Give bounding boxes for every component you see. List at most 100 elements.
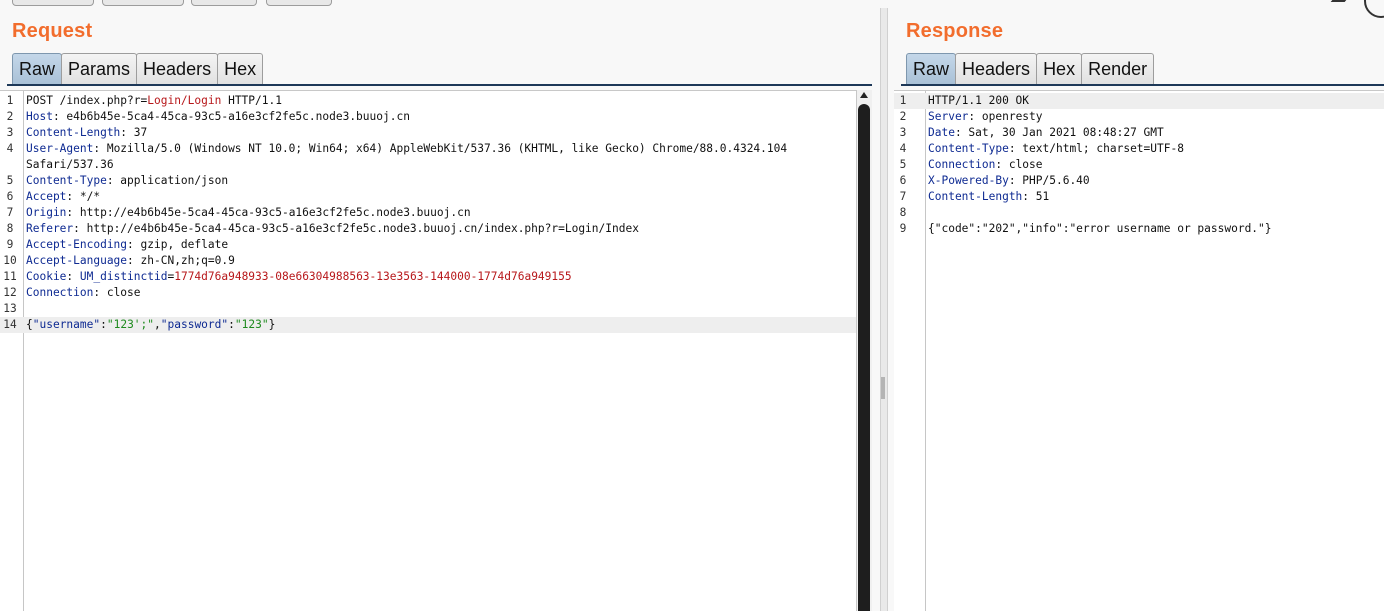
line-number: 10 <box>3 254 17 267</box>
code-token: } <box>268 318 276 331</box>
tab-hex[interactable]: Hex <box>1036 53 1083 84</box>
code-token: Cookie <box>26 270 67 283</box>
pane-splitter[interactable] <box>880 8 888 611</box>
line-number: 3 <box>6 126 14 139</box>
code-line[interactable]: 3 Content-Length: 37 <box>0 125 858 141</box>
request-pane: Request Raw Params Headers Hex 1 POST /index… <box>0 0 872 611</box>
code-token: "username" <box>32 318 101 331</box>
tab-params[interactable]: Params <box>61 53 138 84</box>
code-line[interactable]: Safari/537.36 <box>0 157 858 173</box>
code-line[interactable]: 9 {"code":"202","info":"error username or… <box>894 221 1384 237</box>
line-number: 5 <box>899 158 907 171</box>
code-line[interactable]: 8 <box>894 205 1384 221</box>
response-editor[interactable]: 1 HTTP/1.1 200 OK 2 Server: openresty 3 Date:… <box>894 90 1384 611</box>
line-number: 11 <box>3 270 17 283</box>
code-line[interactable]: 12 Connection: close <box>0 285 858 301</box>
code-token: Content-Length <box>928 190 1023 203</box>
line-content: HTTP/1.1 200 OK <box>928 93 1029 109</box>
scroll-up-arrow-icon[interactable] <box>860 92 868 98</box>
code-token: 1774d76a948933-08e66304988563-13e3563-14… <box>174 270 572 283</box>
code-line[interactable]: 2 Server: openresty <box>894 109 1384 125</box>
line-content: Server: openresty <box>928 109 1043 125</box>
code-line[interactable]: 5 Content-Type: application/json <box>0 173 858 189</box>
request-scrollbar[interactable] <box>856 90 872 611</box>
code-line[interactable]: 3 Date: Sat, 30 Jan 2021 08:48:27 GMT <box>894 125 1384 141</box>
code-token: : application/json <box>106 174 229 187</box>
code-token: : <box>100 318 107 331</box>
code-token: Accept <box>26 190 67 203</box>
response-tabs: Raw Headers Hex Render <box>906 53 1155 85</box>
code-token: X-Powered-By <box>928 174 1009 187</box>
code-token: Connection <box>26 286 94 299</box>
line-number: 3 <box>899 126 907 139</box>
line-content: Accept-Encoding: gzip, deflate <box>26 237 228 253</box>
line-number: 1 <box>899 94 907 107</box>
code-line[interactable]: 1 HTTP/1.1 200 OK <box>894 93 1384 109</box>
code-token: Safari/537.36 <box>26 158 114 171</box>
tab-hex[interactable]: Hex <box>217 53 264 84</box>
line-content: Connection: close <box>928 157 1043 173</box>
line-content: Date: Sat, 30 Jan 2021 08:48:27 GMT <box>928 125 1164 141</box>
line-content: X-Powered-By: PHP/5.6.40 <box>928 173 1090 189</box>
code-token: : PHP/5.6.40 <box>1008 174 1090 187</box>
line-content: Connection: close <box>26 285 141 301</box>
tab-raw[interactable]: Raw <box>12 53 63 85</box>
code-line[interactable]: 8 Referer: http://e4b6b45e-5ca4-45ca-93c5… <box>0 221 858 237</box>
tab-render[interactable]: Render <box>1081 53 1155 84</box>
code-line[interactable]: 2 Host: e4b6b45e-5ca4-45ca-93c5-a16e3cf2f… <box>0 109 858 125</box>
code-line[interactable]: 4 User-Agent: Mozilla/5.0 (Windows NT 10.… <box>0 141 858 157</box>
code-line[interactable]: 5 Connection: close <box>894 157 1384 173</box>
request-title: Request <box>12 20 93 42</box>
code-line[interactable]: 11 Cookie: UM_distinctid=1774d76a948933-0… <box>0 269 858 285</box>
line-number: 12 <box>3 286 17 299</box>
request-editor[interactable]: 1 POST /index.php?r=Login/Login HTTP/1.1 2… <box>0 90 858 611</box>
code-token: { <box>26 318 33 331</box>
line-content: {"code":"202","info":"error username or … <box>928 221 1272 237</box>
line-content: Safari/537.36 <box>26 157 114 173</box>
line-number: 2 <box>899 110 907 123</box>
code-token: Content-Type <box>928 142 1009 155</box>
code-token: : 37 <box>120 126 148 139</box>
code-line[interactable]: 4 Content-Type: text/html; charset=UTF-8 <box>894 141 1384 157</box>
tab-raw[interactable]: Raw <box>906 53 957 85</box>
code-line[interactable]: 13 <box>0 301 858 317</box>
code-line[interactable]: 10 Accept-Language: zh-CN,zh;q=0.9 <box>0 253 858 269</box>
code-line[interactable]: 14 {"username":"123';","password":"123"} <box>0 317 858 333</box>
code-line[interactable]: 1 POST /index.php?r=Login/Login HTTP/1.1 <box>0 93 858 109</box>
line-number: 4 <box>6 142 14 155</box>
line-content: Accept-Language: zh-CN,zh;q=0.9 <box>26 253 235 269</box>
tab-divider <box>901 84 1384 86</box>
code-token: Server <box>928 110 969 123</box>
code-line[interactable]: 6 Accept: */* <box>0 189 858 205</box>
code-token: : close <box>93 286 141 299</box>
code-line[interactable]: 7 Content-Length: 51 <box>894 189 1384 205</box>
tab-headers[interactable]: Headers <box>136 53 219 84</box>
scrollbar-thumb[interactable] <box>858 104 870 611</box>
line-content: {"username":"123';","password":"123"} <box>26 317 275 333</box>
code-line[interactable]: 7 Origin: http://e4b6b45e-5ca4-45ca-93c5-… <box>0 205 858 221</box>
code-token: : 51 <box>1022 190 1050 203</box>
code-token: User-Agent <box>26 142 94 155</box>
line-content: Content-Length: 51 <box>928 189 1049 205</box>
line-content: Content-Length: 37 <box>26 125 147 141</box>
code-token: , <box>154 318 161 331</box>
code-token: Date <box>928 126 955 139</box>
line-content: POST /index.php?r=Login/Login HTTP/1.1 <box>26 93 282 109</box>
tab-headers[interactable]: Headers <box>955 53 1038 84</box>
code-token: Origin <box>26 206 67 219</box>
code-token: {"code":"202","info":"error username or … <box>928 222 1272 235</box>
code-token: Accept-Language <box>26 254 128 267</box>
line-content: User-Agent: Mozilla/5.0 (Windows NT 10.0… <box>26 141 787 157</box>
code-token: Login/Login <box>147 94 222 107</box>
line-number: 1 <box>6 94 14 107</box>
response-lines: 1 HTTP/1.1 200 OK 2 Server: openresty 3 Date:… <box>894 93 1384 237</box>
line-content: Cookie: UM_distinctid=1774d76a948933-08e… <box>26 269 572 285</box>
splitter-grip[interactable] <box>881 377 885 399</box>
code-token: : Mozilla/5.0 (Windows NT 10.0; Win64; x… <box>93 142 788 155</box>
code-token: : <box>66 270 80 283</box>
code-token: : close <box>995 158 1043 171</box>
code-line[interactable]: 6 X-Powered-By: PHP/5.6.40 <box>894 173 1384 189</box>
code-line[interactable]: 9 Accept-Encoding: gzip, deflate <box>0 237 858 253</box>
line-number: 7 <box>899 190 907 203</box>
code-token: HTTP/1.1 <box>221 94 282 107</box>
